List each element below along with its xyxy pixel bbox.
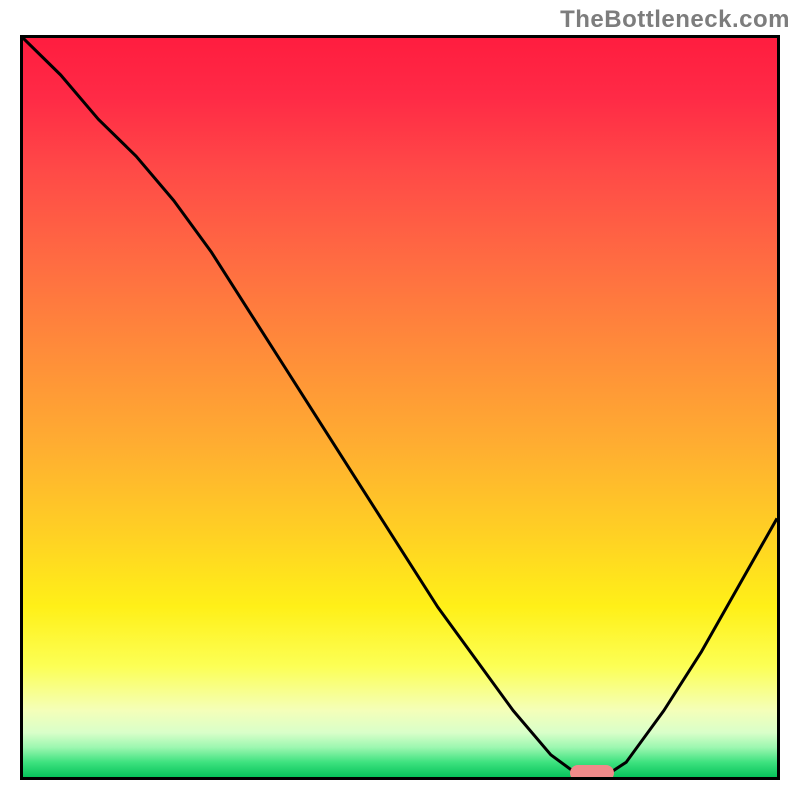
optimal-marker — [570, 765, 614, 780]
chart-container: TheBottleneck.com — [0, 0, 800, 800]
watermark-text: TheBottleneck.com — [560, 6, 790, 34]
bottleneck-curve — [23, 38, 777, 777]
plot-area — [20, 35, 780, 780]
